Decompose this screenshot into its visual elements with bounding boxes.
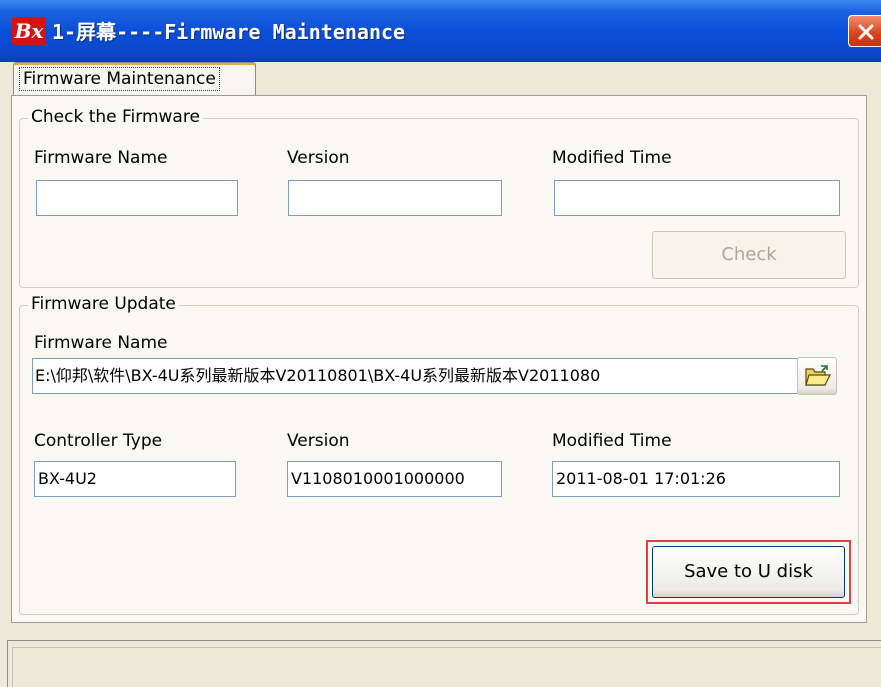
check-modified-time-label: Modified Time bbox=[552, 148, 672, 168]
update-version-label: Version bbox=[287, 431, 350, 451]
check-firmware-group-title: Check the Firmware bbox=[28, 107, 203, 127]
update-firmware-name-label: Firmware Name bbox=[34, 333, 168, 353]
check-button[interactable]: Check bbox=[652, 231, 846, 279]
check-firmware-name-field[interactable] bbox=[36, 180, 238, 216]
status-bar bbox=[7, 640, 881, 687]
controller-type-label: Controller Type bbox=[34, 431, 163, 451]
browse-folder-button[interactable] bbox=[797, 357, 837, 395]
tab-firmware-maintenance[interactable]: Firmware Maintenance bbox=[13, 62, 256, 96]
update-modified-time-field[interactable]: 2011-08-01 17:01:26 bbox=[552, 461, 840, 497]
firmware-path-field[interactable]: E:\仰邦\软件\BX-4U系列最新版本V20110801\BX-4U系列最新版… bbox=[32, 358, 800, 394]
update-version-field[interactable]: V1108010001000000 bbox=[287, 461, 502, 497]
window-title: 1-屏幕----Firmware Maintenance bbox=[52, 20, 406, 44]
app-logo: Bx bbox=[12, 17, 46, 45]
tab-label: Firmware Maintenance bbox=[19, 67, 220, 91]
update-modified-time-label: Modified Time bbox=[552, 431, 672, 451]
check-modified-time-field[interactable] bbox=[554, 180, 840, 216]
save-button-highlight bbox=[646, 540, 851, 604]
check-firmware-name-label: Firmware Name bbox=[34, 148, 168, 168]
close-button[interactable] bbox=[848, 15, 881, 47]
controller-type-field[interactable]: BX-4U2 bbox=[34, 461, 236, 497]
status-text bbox=[12, 647, 881, 687]
title-bar[interactable]: Bx 1-屏幕----Firmware Maintenance bbox=[0, 0, 881, 62]
firmware-update-group-title: Firmware Update bbox=[28, 294, 179, 314]
firmware-maintenance-window: Bx 1-屏幕----Firmware Maintenance Firmware… bbox=[0, 0, 881, 687]
folder-open-icon bbox=[805, 365, 831, 386]
check-version-field[interactable] bbox=[288, 180, 502, 216]
check-version-label: Version bbox=[287, 148, 350, 168]
close-icon bbox=[858, 24, 874, 40]
